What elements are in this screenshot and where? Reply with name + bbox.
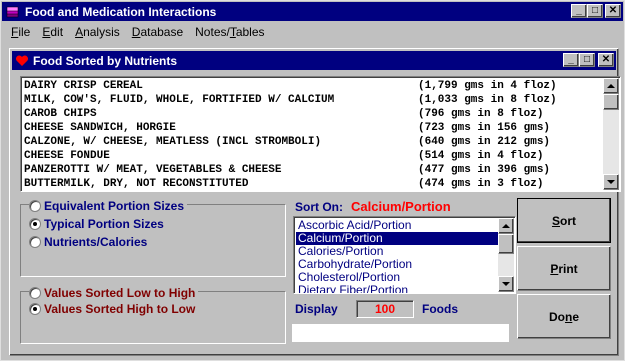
scroll-down-button[interactable] xyxy=(603,174,619,190)
list-item[interactable]: MILK, COW'S, FLUID, WHOLE, FORTIFIED W/ … xyxy=(21,93,601,108)
food-list[interactable]: DAIRY CRISP CEREAL (1,799 gms in 4 floz) … xyxy=(20,76,621,192)
radio-button[interactable] xyxy=(29,236,41,248)
list-item[interactable]: CHEESE FONDUE (514 gms in 4 floz) xyxy=(21,149,601,164)
nutrient-list[interactable]: Ascorbic Acid/Portion Calcium/Portion Ca… xyxy=(293,216,516,294)
radio-typical-portion[interactable]: Typical Portion Sizes xyxy=(29,217,164,231)
radio-button[interactable] xyxy=(29,303,41,315)
heart-icon xyxy=(15,54,29,66)
menu-notes-tables[interactable]: Notes/Tables xyxy=(189,24,270,42)
nutrient-item[interactable]: Cholesterol/Portion xyxy=(296,271,499,284)
print-button[interactable]: Print xyxy=(517,246,611,291)
radio-button[interactable] xyxy=(29,200,41,212)
list-item[interactable]: CAROB CHIPS (796 gms in 8 floz) xyxy=(21,107,601,122)
menu-analysis[interactable]: Analysis xyxy=(69,24,126,42)
nutrient-item[interactable]: Dietary Fiber/Portion xyxy=(296,284,499,293)
radio-low-to-high[interactable]: Values Sorted Low to High xyxy=(29,286,199,300)
sort-button[interactable]: Sort xyxy=(517,198,611,243)
list-item[interactable]: DAIRY CRISP CEREAL (1,799 gms in 4 floz) xyxy=(21,79,601,94)
display-count-field[interactable]: 100 xyxy=(356,300,414,318)
maximize-button[interactable]: □ xyxy=(587,4,603,18)
scroll-up-button[interactable] xyxy=(498,218,514,234)
list-item[interactable]: CALZONE, W/ CHEESE, MEATLESS (INCL STROM… xyxy=(21,135,601,150)
sort-on-value: Calcium/Portion xyxy=(351,199,451,214)
child-title: Food Sorted by Nutrients xyxy=(33,53,177,68)
app-titlebar[interactable]: Food and Medication Interactions _ □ ✕ xyxy=(2,2,623,21)
status-field xyxy=(292,324,509,342)
radio-nutrients-calories[interactable]: Nutrients/Calories xyxy=(29,235,147,249)
list-item[interactable]: BUTTERMILK, DRY, NOT RECONSTITUTED (474 g… xyxy=(21,177,601,192)
app-title: Food and Medication Interactions xyxy=(25,4,217,19)
arrow-down-icon xyxy=(607,180,615,184)
portion-options-group: Equivalent Portion Sizes Typical Portion… xyxy=(20,199,286,277)
radio-high-to-low[interactable]: Values Sorted High to Low xyxy=(29,302,195,316)
sort-order-group: Values Sorted Low to High Values Sorted … xyxy=(20,286,286,344)
child-minimize-button[interactable]: _ xyxy=(563,53,579,67)
scroll-up-button[interactable] xyxy=(603,78,619,94)
nutrient-list-scrollbar[interactable] xyxy=(498,218,514,292)
child-titlebar[interactable]: Food Sorted by Nutrients _ □ ✕ xyxy=(12,51,616,70)
radio-button[interactable] xyxy=(29,218,41,230)
minimize-button[interactable]: _ xyxy=(571,4,587,18)
arrow-up-icon xyxy=(502,224,510,228)
close-button[interactable]: ✕ xyxy=(605,4,621,18)
food-sorted-window: Food Sorted by Nutrients _ □ ✕ DAIRY CRI… xyxy=(9,48,621,356)
app-stack-icon xyxy=(6,6,19,17)
list-item[interactable]: CHEESE SANDWICH, HORGIE (723 gms in 156 g… xyxy=(21,121,601,136)
food-list-scrollbar[interactable] xyxy=(603,78,619,190)
menu-database[interactable]: Database xyxy=(126,24,189,42)
display-label: Display xyxy=(295,302,338,316)
foods-label: Foods xyxy=(422,302,458,316)
list-item[interactable]: PANZEROTTI W/ MEAT, VEGETABLES & CHEESE(… xyxy=(21,163,601,178)
arrow-up-icon xyxy=(607,84,615,88)
menu-edit[interactable]: Edit xyxy=(36,24,69,42)
scroll-down-button[interactable] xyxy=(498,276,514,292)
radio-equivalent-portion[interactable]: Equivalent Portion Sizes xyxy=(29,199,188,213)
main-window: Food and Medication Interactions _ □ ✕ F… xyxy=(0,0,625,361)
arrow-down-icon xyxy=(502,282,510,286)
menu-file[interactable]: File xyxy=(5,24,36,42)
scroll-thumb[interactable] xyxy=(603,94,619,110)
child-close-button[interactable]: ✕ xyxy=(598,53,614,67)
radio-button[interactable] xyxy=(29,287,41,299)
done-button[interactable]: Do n e xyxy=(517,294,611,339)
sort-on-label: Sort On: xyxy=(295,200,343,214)
child-maximize-button[interactable]: □ xyxy=(579,53,595,67)
menu-bar: File Edit Analysis Database Notes/Tables xyxy=(5,24,271,42)
scroll-thumb[interactable] xyxy=(498,234,514,254)
